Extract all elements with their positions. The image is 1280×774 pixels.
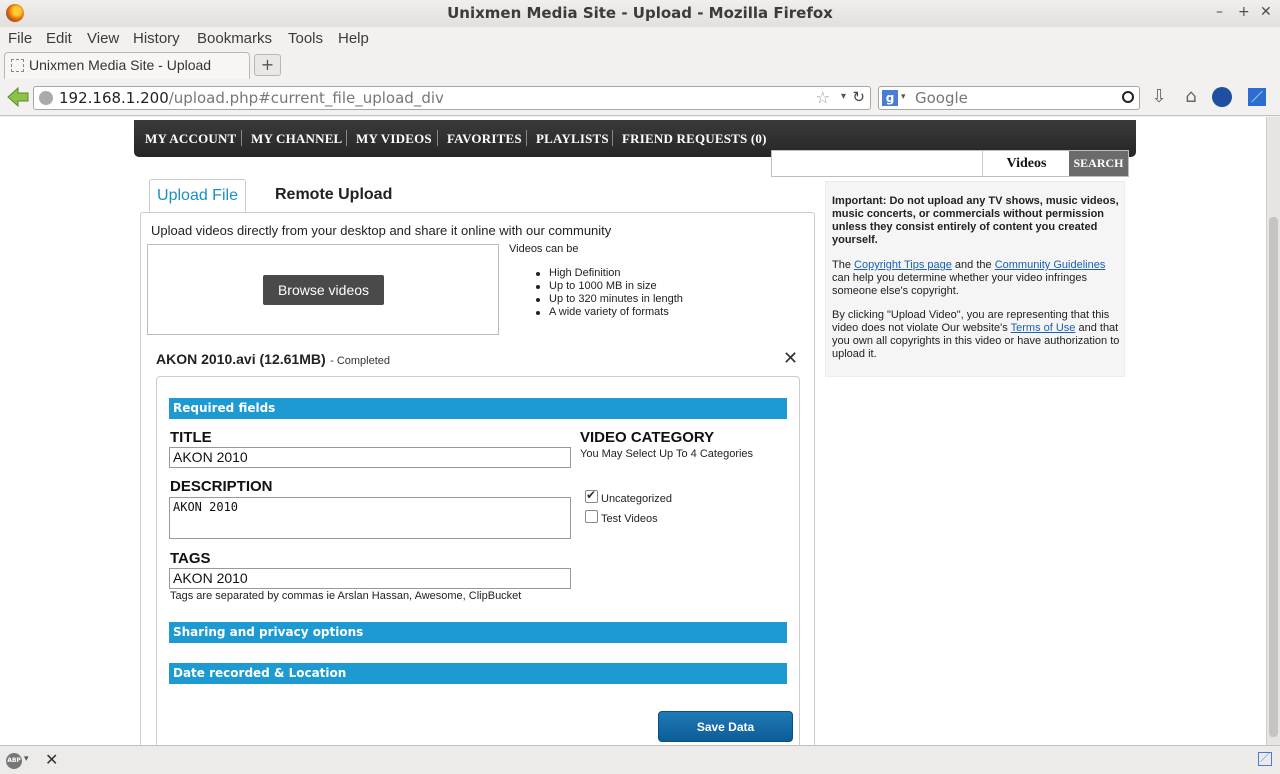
nav-my-videos[interactable]: MY VIDEOS <box>356 131 432 147</box>
important-notice: Important: Do not upload any TV shows, m… <box>832 195 1119 246</box>
resize-grip-icon[interactable]: ／ <box>1258 752 1272 766</box>
web-search-bar[interactable]: g ▾ Google <box>878 86 1140 110</box>
category-test-videos-checkbox[interactable] <box>585 510 598 523</box>
sharing-privacy-header[interactable]: Sharing and privacy options <box>169 622 787 643</box>
page-favicon-icon <box>11 59 24 72</box>
upload-intro-text: Upload videos directly from your desktop… <box>151 223 612 238</box>
upload-guidelines-box: Important: Do not upload any TV shows, m… <box>825 181 1125 377</box>
tab-upload-file[interactable]: Upload File <box>149 179 246 212</box>
browse-videos-button[interactable]: Browse videos <box>263 275 384 305</box>
menu-tools[interactable]: Tools <box>288 30 323 47</box>
file-name: AKON 2010.avi (12.61MB) <box>156 351 326 367</box>
maximize-icon[interactable]: + <box>1238 4 1250 20</box>
media-player-icon[interactable] <box>1211 86 1233 108</box>
search-category-select[interactable]: Videos <box>982 151 1070 176</box>
videos-can-be-label: Videos can be <box>509 243 579 255</box>
category-uncategorized-checkbox[interactable] <box>585 488 598 503</box>
home-icon[interactable]: ⌂ <box>1180 86 1202 108</box>
nav-separator <box>437 130 438 146</box>
downloads-icon[interactable]: ⇩ <box>1148 86 1170 108</box>
menu-bookmarks[interactable]: Bookmarks <box>197 30 272 47</box>
menu-view[interactable]: View <box>87 30 119 47</box>
page-viewport: MY ACCOUNT MY CHANNEL MY VIDEOS FAVORITE… <box>0 117 1266 745</box>
video-category-hint: You May Select Up To 4 Categories <box>580 448 754 460</box>
search-engine-dropdown-icon[interactable]: ▾ <box>901 92 906 102</box>
bookmark-star-icon[interactable]: ☆ <box>816 88 830 107</box>
video-details-form: Required fields TITLE AKON 2010 DESCRIPT… <box>156 376 800 745</box>
page-scrollbar[interactable] <box>1266 117 1280 745</box>
menu-history[interactable]: History <box>133 30 180 47</box>
search-icon[interactable] <box>1122 91 1134 103</box>
category-test-videos-label: Test Videos <box>601 513 658 525</box>
google-logo-icon[interactable]: g <box>882 90 898 106</box>
video-features-list: High Definition Up to 1000 MB in size Up… <box>533 267 683 319</box>
browser-tab[interactable]: Unixmen Media Site - Upload <box>4 52 250 79</box>
nav-friend-requests[interactable]: FRIEND REQUESTS (0) <box>622 131 767 147</box>
browser-tab-label: Unixmen Media Site - Upload <box>29 57 212 73</box>
title-input[interactable]: AKON 2010 <box>169 447 571 468</box>
nav-separator <box>346 130 347 146</box>
file-status: - Completed <box>330 355 391 367</box>
save-data-button[interactable]: Save Data <box>658 711 793 742</box>
globe-icon <box>39 91 53 105</box>
description-textarea[interactable]: AKON 2010 <box>169 497 571 539</box>
nav-separator <box>612 130 613 146</box>
browser-tab-bar: Unixmen Media Site - Upload + <box>0 52 1280 79</box>
list-item: Up to 320 minutes in length <box>533 293 683 306</box>
terms-paragraph: By clicking "Upload Video", you are repr… <box>832 309 1120 360</box>
nav-my-account[interactable]: MY ACCOUNT <box>145 131 236 147</box>
list-item: High Definition <box>533 267 683 280</box>
menu-bar: File Edit View History Bookmarks Tools H… <box>0 27 1280 52</box>
list-item: Up to 1000 MB in size <box>533 280 683 293</box>
back-arrow-icon[interactable] <box>6 86 30 108</box>
date-location-header[interactable]: Date recorded & Location <box>169 663 787 684</box>
address-url[interactable]: 192.168.1.200/upload.php#current_file_up… <box>59 89 444 107</box>
video-category-label: VIDEO CATEGORY <box>580 429 715 446</box>
adblock-dropdown-icon[interactable]: ▾ <box>24 754 29 764</box>
uploaded-file-line: AKON 2010.avi (12.61MB) - Completed <box>156 351 390 369</box>
title-label: TITLE <box>170 429 212 446</box>
required-fields-header[interactable]: Required fields <box>169 398 787 419</box>
community-guidelines-link[interactable]: Community Guidelines <box>995 259 1106 271</box>
menu-edit[interactable]: Edit <box>46 30 72 47</box>
minimize-icon[interactable]: – <box>1216 4 1223 20</box>
close-addon-bar-icon[interactable]: ✕ <box>45 750 58 769</box>
window-title: Unixmen Media Site - Upload - Mozilla Fi… <box>447 4 833 22</box>
window-titlebar: Unixmen Media Site - Upload - Mozilla Fi… <box>0 0 1280 27</box>
tags-input[interactable]: AKON 2010 <box>169 568 571 589</box>
upload-drop-zone: Browse videos <box>147 244 499 335</box>
history-dropdown-icon[interactable]: ▾ <box>841 91 846 102</box>
terms-of-use-link[interactable]: Terms of Use <box>1011 322 1076 334</box>
scrollbar-thumb[interactable] <box>1269 217 1278 737</box>
menu-file[interactable]: File <box>8 30 32 47</box>
tab-remote-upload[interactable]: Remote Upload <box>275 179 392 212</box>
address-bar[interactable]: 192.168.1.200/upload.php#current_file_up… <box>33 86 871 110</box>
nav-my-channel[interactable]: MY CHANNEL <box>251 131 342 147</box>
nav-separator <box>241 130 242 146</box>
pencil-edit-icon[interactable]: ／ <box>1246 86 1268 108</box>
list-item: A wide variety of formats <box>533 306 683 319</box>
new-tab-button[interactable]: + <box>254 54 281 76</box>
navigation-toolbar: 192.168.1.200/upload.php#current_file_up… <box>0 80 1280 116</box>
copyright-tips-link[interactable]: Copyright Tips page <box>854 259 952 271</box>
copyright-paragraph: The Copyright Tips page and the Communit… <box>832 259 1106 297</box>
upload-panel: Upload videos directly from your desktop… <box>140 212 815 745</box>
site-search-button[interactable]: SEARCH <box>1069 151 1128 176</box>
close-window-icon[interactable]: ✕ <box>1260 4 1272 20</box>
nav-playlists[interactable]: PLAYLISTS <box>536 131 609 147</box>
site-search: Videos SEARCH <box>771 150 1129 177</box>
adblock-icon[interactable]: ABP <box>6 753 22 769</box>
tags-label: TAGS <box>170 550 211 567</box>
site-search-input[interactable] <box>772 151 982 176</box>
status-bar: ABP ▾ ✕ ／ <box>0 745 1280 774</box>
close-file-icon[interactable]: ✕ <box>783 348 798 369</box>
web-search-input[interactable]: Google <box>915 89 968 107</box>
reload-icon[interactable]: ↻ <box>852 88 865 106</box>
menu-help[interactable]: Help <box>338 30 369 47</box>
tags-hint: Tags are separated by commas ie Arslan H… <box>170 590 522 602</box>
category-uncategorized-label: Uncategorized <box>601 493 672 505</box>
nav-favorites[interactable]: FAVORITES <box>447 131 522 147</box>
description-label: DESCRIPTION <box>170 478 273 495</box>
nav-separator <box>526 130 527 146</box>
